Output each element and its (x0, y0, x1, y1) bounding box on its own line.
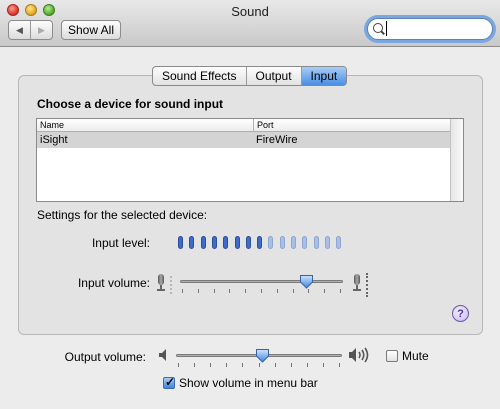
mute-checkbox[interactable] (386, 350, 398, 362)
level-segment (189, 236, 195, 249)
device-name-cell: iSight (40, 134, 68, 146)
search-icon (373, 23, 383, 33)
input-volume-slider[interactable] (299, 274, 314, 289)
level-segment (234, 236, 240, 249)
output-volume-slider[interactable] (255, 348, 270, 363)
microphone-low-icon (156, 274, 166, 298)
microphone-high-icon (352, 274, 362, 298)
level-segment (178, 236, 183, 249)
tab-control: Sound Effects Output Input (152, 66, 348, 86)
show-volume-label[interactable]: Show volume in menu bar (179, 376, 318, 390)
level-segment (223, 236, 229, 249)
show-volume-checkbox[interactable] (163, 375, 175, 389)
tab-output[interactable]: Output (245, 67, 301, 85)
speaker-low-icon (159, 349, 166, 361)
level-segment (200, 236, 206, 249)
column-header-port[interactable]: Port (253, 119, 274, 131)
input-volume-label: Input volume: (77, 276, 150, 290)
level-segment (313, 236, 319, 249)
window-title: Sound (231, 4, 269, 19)
input-volume-ticks (182, 289, 341, 293)
forward-arrow-icon[interactable]: ▶ (30, 21, 52, 39)
mute-label[interactable]: Mute (402, 349, 429, 363)
device-table[interactable]: Name Port iSight FireWire (36, 118, 464, 202)
back-forward-control: ◀ ▶ (8, 20, 53, 40)
level-segment (279, 236, 285, 249)
input-level-label: Input level: (91, 236, 150, 250)
preferences-group-box (18, 75, 483, 335)
back-arrow-icon[interactable]: ◀ (9, 21, 30, 39)
search-field[interactable] (367, 18, 493, 40)
input-volume-track[interactable] (180, 280, 343, 283)
settings-label: Settings for the selected device: (37, 208, 208, 222)
output-volume-ticks (178, 363, 340, 367)
level-segment (257, 236, 263, 249)
tab-sound-effects[interactable]: Sound Effects (153, 67, 245, 85)
level-segment (302, 236, 308, 249)
search-input[interactable] (386, 21, 483, 36)
level-segment (245, 236, 251, 249)
tab-input[interactable]: Input (300, 67, 347, 85)
speaker-high-icon (349, 347, 369, 363)
sound-preferences-window: Sound ◀ ▶ Show All Sound Effects Output In… (0, 0, 500, 409)
level-segment (336, 236, 342, 249)
table-scrollbar[interactable] (450, 119, 463, 201)
table-row[interactable]: iSight FireWire (37, 132, 451, 148)
level-segment (268, 236, 274, 249)
column-header-name[interactable]: Name (40, 119, 64, 131)
level-segment (291, 236, 296, 249)
device-port-cell: FireWire (256, 134, 298, 146)
device-heading: Choose a device for sound input (37, 97, 224, 111)
level-low-dots-icon (170, 276, 174, 294)
level-high-dots-icon (366, 273, 370, 297)
help-button[interactable]: ? (452, 305, 469, 322)
level-segment (324, 236, 330, 249)
show-all-button[interactable]: Show All (61, 20, 121, 40)
title-bar: Sound ◀ ▶ Show All (0, 0, 500, 47)
output-volume-label: Output volume: (64, 350, 146, 364)
table-header: Name Port (37, 119, 451, 132)
level-segment (211, 236, 217, 249)
